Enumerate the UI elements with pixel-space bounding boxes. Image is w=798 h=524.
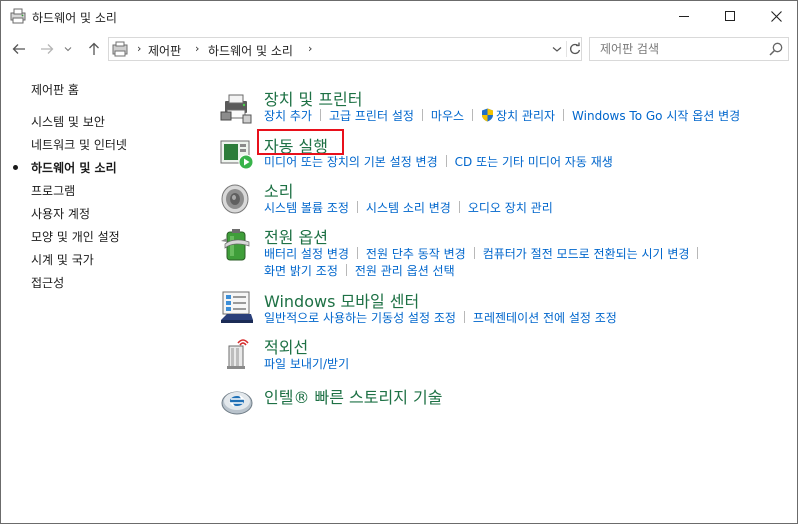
mobility-center-links: 일반적으로 사용하는 기동성 설정 조정 프레젠테이션 전에 설정 조정 xyxy=(264,309,617,326)
breadcrumb-separator[interactable]: › xyxy=(308,42,312,55)
minimize-button[interactable] xyxy=(661,1,707,31)
devices-printers-links: 장치 추가 고급 프린터 설정 마우스 장치 관리자 Windows To Go 시작 … xyxy=(264,107,740,124)
title-bar: 하드웨어 및 소리 xyxy=(1,1,797,31)
change-sleep-timing-link[interactable]: 컴퓨터가 절전 모드로 전환되는 시기 변경 xyxy=(483,247,690,261)
autoplay-cd-media-link[interactable]: CD 또는 기타 미디어 자동 재생 xyxy=(455,155,613,169)
infrared-links: 파일 보내기/받기 xyxy=(264,355,349,372)
link-divider xyxy=(319,109,321,121)
link-divider xyxy=(473,247,475,259)
search-input[interactable] xyxy=(591,39,763,59)
breadcrumb-separator[interactable]: › xyxy=(195,42,199,55)
address-bar[interactable]: › 제어판 › 하드웨어 및 소리 › xyxy=(108,37,582,61)
sound-links: 시스템 볼륨 조정 시스템 소리 변경 오디오 장치 관리 xyxy=(264,199,553,216)
sidebar-item-hardware-sound[interactable]: 하드웨어 및 소리 xyxy=(31,159,117,176)
sidebar-item-programs[interactable]: 프로그램 xyxy=(31,182,75,199)
category-devices-printers: 장치 및 프린터 장치 추가 고급 프린터 설정 마우스 장치 관리자 Windows … xyxy=(219,86,794,126)
mobility-center-icon xyxy=(221,291,253,323)
category-power-options: 전원 옵션 배터리 설정 변경 전원 단추 동작 변경 컴퓨터가 절전 모드로 전환… xyxy=(219,224,794,280)
current-page-bullet xyxy=(13,165,18,170)
hardware-sound-icon xyxy=(10,8,26,24)
power-options-links-row2: 화면 밝기 조정 전원 관리 옵션 선택 xyxy=(264,262,455,279)
sidebar-item-appearance[interactable]: 모양 및 개인 설정 xyxy=(31,228,120,245)
category-sound: 소리 시스템 볼륨 조정 시스템 소리 변경 오디오 장치 관리 xyxy=(219,178,794,218)
search-box xyxy=(589,37,789,61)
sidebar-item-control-panel-home[interactable]: 제어판 홈 xyxy=(31,81,79,98)
printer-icon xyxy=(220,94,252,124)
admin-shield-icon xyxy=(482,108,494,122)
sidebar-item-clock-region[interactable]: 시계 및 국가 xyxy=(31,251,94,268)
intel-rst-icon xyxy=(221,391,253,415)
forward-button[interactable] xyxy=(37,39,57,59)
change-system-sounds-link[interactable]: 시스템 소리 변경 xyxy=(366,201,451,215)
change-battery-settings-link[interactable]: 배터리 설정 변경 xyxy=(264,247,349,261)
autoplay-highlight-box xyxy=(257,129,344,155)
link-divider xyxy=(472,109,474,121)
battery-icon xyxy=(221,229,250,261)
breadcrumb-control-panel[interactable]: 제어판 xyxy=(148,42,181,59)
send-receive-files-link[interactable]: 파일 보내기/받기 xyxy=(264,357,349,371)
sidebar-item-network-internet[interactable]: 네트워크 및 인터넷 xyxy=(31,136,127,153)
link-divider xyxy=(356,201,358,213)
link-divider xyxy=(463,311,465,323)
refresh-button[interactable] xyxy=(566,41,582,57)
infrared-icon xyxy=(227,339,249,369)
choose-power-plan-link[interactable]: 전원 관리 옵션 선택 xyxy=(355,264,455,278)
refresh-icon xyxy=(570,42,581,55)
close-icon xyxy=(770,10,782,22)
sidebar-item-ease-of-access[interactable]: 접근성 xyxy=(31,274,64,291)
link-divider xyxy=(345,264,347,276)
link-divider xyxy=(356,247,358,259)
breadcrumb-hardware-sound[interactable]: 하드웨어 및 소리 xyxy=(208,42,293,59)
link-divider xyxy=(697,247,699,259)
link-divider xyxy=(458,201,460,213)
category-mobility-center: Windows 모바일 센터 일반적으로 사용하는 기동성 설정 조정 프레젠테이… xyxy=(219,288,794,328)
arrow-up-icon xyxy=(89,42,99,55)
intel-rst-title[interactable]: 인텔® 빠른 스토리지 기술 xyxy=(264,384,442,408)
chevron-down-icon xyxy=(64,47,72,52)
change-power-buttons-link[interactable]: 전원 단추 동작 변경 xyxy=(366,247,466,261)
minimize-icon xyxy=(679,16,689,17)
up-button[interactable] xyxy=(84,39,104,59)
arrow-left-icon xyxy=(12,44,25,54)
device-manager-link[interactable]: 장치 관리자 xyxy=(496,109,555,123)
presentation-settings-link[interactable]: 프레젠테이션 전에 설정 조정 xyxy=(473,311,617,325)
address-dropdown-button[interactable] xyxy=(550,41,564,57)
navigation-bar: › 제어판 › 하드웨어 및 소리 › xyxy=(1,35,797,63)
sidebar-item-user-accounts[interactable]: 사용자 계정 xyxy=(31,205,90,222)
category-autoplay: 자동 실행 미디어 또는 장치의 기본 설정 변경 CD 또는 기타 미디어 자동… xyxy=(219,129,794,172)
maximize-icon xyxy=(725,11,735,21)
advanced-printer-setup-link[interactable]: 고급 프린터 설정 xyxy=(329,109,414,123)
power-options-links-row1: 배터리 설정 변경 전원 단추 동작 변경 컴퓨터가 절전 모드로 전환되는 시기 … xyxy=(264,245,706,262)
adjust-system-volume-link[interactable]: 시스템 볼륨 조정 xyxy=(264,201,349,215)
add-device-link[interactable]: 장치 추가 xyxy=(264,109,312,123)
close-button[interactable] xyxy=(753,1,798,31)
search-icon[interactable] xyxy=(768,41,784,57)
back-button[interactable] xyxy=(9,39,29,59)
autoplay-links: 미디어 또는 장치의 기본 설정 변경 CD 또는 기타 미디어 자동 재생 xyxy=(264,153,613,170)
autoplay-icon xyxy=(220,140,254,170)
control-panel-window: 하드웨어 및 소리 › 제어판 › 하드웨어 및 소리 › 제어판 검색 제어판… xyxy=(0,0,798,524)
sidebar-item-system-security[interactable]: 시스템 및 보안 xyxy=(31,113,105,130)
link-divider xyxy=(421,109,423,121)
mouse-link[interactable]: 마우스 xyxy=(431,109,464,123)
category-intel-rst: 인텔® 빠른 스토리지 기술 xyxy=(219,383,794,417)
manage-audio-devices-link[interactable]: 오디오 장치 관리 xyxy=(468,201,553,215)
maximize-button[interactable] xyxy=(707,1,753,31)
change-default-media-settings-link[interactable]: 미디어 또는 장치의 기본 설정 변경 xyxy=(264,155,438,169)
link-divider xyxy=(563,109,565,121)
chevron-down-icon xyxy=(552,47,562,52)
breadcrumb-separator[interactable]: › xyxy=(137,42,141,55)
adjust-mobility-settings-link[interactable]: 일반적으로 사용하는 기동성 설정 조정 xyxy=(264,311,456,325)
recent-locations-button[interactable] xyxy=(61,39,75,59)
arrow-right-icon xyxy=(41,44,54,54)
window-title: 하드웨어 및 소리 xyxy=(32,11,117,25)
windows-to-go-link[interactable]: Windows To Go 시작 옵션 변경 xyxy=(572,109,740,123)
speaker-icon xyxy=(221,184,249,214)
control-panel-icon xyxy=(112,41,128,57)
category-infrared: 적외선 파일 보내기/받기 xyxy=(219,334,794,374)
link-divider xyxy=(445,155,447,167)
adjust-screen-brightness-link[interactable]: 화면 밝기 조정 xyxy=(264,264,338,278)
